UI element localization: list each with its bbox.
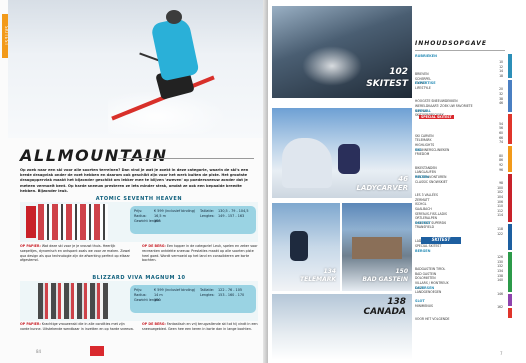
ski2-spec-values: € 599 (inclusief binding) 14 m 160 bbox=[154, 288, 196, 302]
photo-telemark: 134 TELEMARK bbox=[272, 203, 340, 291]
toc-item-page: 80 bbox=[499, 153, 503, 158]
photo-label-skitest: SKITEST bbox=[366, 79, 408, 89]
photo-page-102: 102 bbox=[389, 67, 408, 77]
ski1-spec-labels-2: Taillatie: Lengtes: bbox=[200, 209, 215, 218]
toc-section-heading: RUBRIEKEN bbox=[415, 54, 437, 58]
skier bbox=[290, 231, 308, 261]
toc-item-page: 10 bbox=[499, 60, 503, 64]
photo-label-telemark: TELEMARK bbox=[300, 276, 336, 283]
toc-item-page: 132 bbox=[497, 264, 503, 269]
ski1-panel: Prijs: Radius: Gewicht lengte: € 599 (incl… bbox=[20, 202, 258, 242]
toc-item-page: 104 bbox=[497, 195, 503, 199]
photo-page-150: 150 bbox=[395, 268, 408, 275]
toc-item-page: 14 bbox=[499, 69, 503, 74]
special-badge: SPECIAL SKITEST bbox=[419, 114, 454, 119]
photo-label-bad-gastein: BAD GASTEIN bbox=[362, 276, 408, 283]
snow-spray bbox=[302, 46, 362, 86]
toc-item-page: 134 bbox=[497, 269, 503, 273]
ski2-spec-box: Prijs: Radius: Gewicht lengte: € 599 (incl… bbox=[130, 285, 256, 313]
toc-item-page: 112 bbox=[497, 208, 503, 213]
toc-item-page: 118 bbox=[497, 227, 503, 231]
toc-section-heading: REIZEN bbox=[415, 175, 429, 180]
toc-item-page: 38 bbox=[499, 96, 503, 101]
toc-item-page: 138 bbox=[497, 273, 503, 278]
toc-item-page: 102 bbox=[497, 190, 503, 195]
toc-section-heading: BERGEN bbox=[415, 249, 431, 254]
ski1-spec-values-2: 130,5 - 79 - 104,5 149 - 157 - 163 bbox=[218, 209, 249, 218]
toc-item-page: 56 bbox=[499, 126, 503, 131]
ski1-review-mountain: OP DE BERG: Een topper in de categorie! … bbox=[142, 244, 258, 263]
toc-section-heading: SKITEST bbox=[415, 221, 431, 225]
toc-item-page: 92 bbox=[499, 163, 503, 167]
ski1-review-paper: OP PAPIER: Wat deze ski voor je je vrouw… bbox=[20, 244, 131, 263]
toc-item-page: 140 bbox=[497, 278, 503, 283]
skier-jacket bbox=[150, 16, 200, 82]
toc-item-page: 86 bbox=[499, 158, 503, 163]
skier-helmet bbox=[166, 10, 182, 24]
toc-title: INHOUDSOPGAVE bbox=[415, 40, 487, 47]
toc-item-page: 18 bbox=[499, 73, 503, 78]
toc-item-page: 54 bbox=[499, 121, 503, 126]
toc-item-page: 46 bbox=[499, 101, 503, 106]
skier bbox=[338, 144, 360, 174]
ski2-spec-labels-2: Taillatie: Lengtes: bbox=[200, 288, 215, 297]
toc-item-page: 12 bbox=[499, 64, 503, 69]
photo-page-134: 134 bbox=[323, 268, 336, 275]
toc-item-page: 126 bbox=[497, 255, 503, 260]
title-divider bbox=[118, 158, 254, 159]
toc-section-heading: SLOT bbox=[415, 299, 425, 304]
photo-label-ladycarver: LADYCARVER bbox=[356, 184, 409, 192]
toc-list: RUBRIEKEN BRIEVEN 10 SCHERPEL 12 LIVING 14 LIFE… bbox=[415, 54, 505, 350]
toc-divider bbox=[415, 50, 505, 51]
toc-item-page: 66 bbox=[499, 135, 503, 140]
ski2-review-mountain: OP DE BERG: Fantastisch en vrij terugval… bbox=[142, 322, 258, 331]
ski1-spec-values: € 599 (inclusief binding) 16,5 m 163 bbox=[154, 209, 196, 223]
toc-color-bars bbox=[508, 54, 512, 318]
photo-page-138: 138 bbox=[387, 297, 406, 307]
toc-item-page: 106 bbox=[497, 199, 503, 204]
toc-item-page: 162 bbox=[497, 305, 503, 310]
toc-item-page: 130 bbox=[497, 259, 503, 264]
toc-item-page: 146 bbox=[497, 291, 503, 296]
toc-section-heading: DIVERSEN bbox=[415, 285, 435, 290]
toc-item-label: VOOR HET VOLGENDE bbox=[415, 317, 450, 322]
toc-item-page: 122 bbox=[497, 231, 503, 236]
skitest-badge: SKITEST bbox=[421, 237, 461, 245]
hero-photo bbox=[8, 0, 263, 138]
toc-item-page: 60 bbox=[499, 131, 503, 135]
photo-skitest: 102 SKITEST bbox=[272, 6, 412, 98]
photo-bad-gastein: 150 BAD GASTEIN bbox=[342, 203, 412, 291]
ski1-spec-box: Prijs: Radius: Gewicht lengte: € 599 (incl… bbox=[130, 206, 256, 234]
toc-item-page: 114 bbox=[497, 213, 503, 218]
toc-section-heading: SPECIAL bbox=[415, 108, 431, 113]
photo-page-46: 46 bbox=[398, 175, 408, 183]
left-page-number: 84 bbox=[36, 349, 42, 354]
photo-canada: 138 CANADA bbox=[272, 294, 412, 360]
photo-ladycarver: 46 LADYCARVER bbox=[272, 108, 412, 198]
toc-item-page: 100 bbox=[497, 185, 503, 190]
toc-item-page: 20 bbox=[499, 87, 503, 92]
article-title: ALLMOUNTAIN bbox=[20, 146, 168, 165]
article-intro: Op zoek naar een ski voor alle soorten t… bbox=[20, 168, 249, 193]
ski2-spec-values-2: 122 - 76 - 105 153 - 160 - 170 bbox=[218, 288, 245, 297]
ski2-panel: Prijs: Radius: Gewicht lengte: € 599 (incl… bbox=[20, 281, 258, 321]
ski1-tip bbox=[26, 206, 36, 238]
right-page-number: 7 bbox=[500, 351, 503, 356]
toc-item-page: 98 bbox=[499, 181, 503, 186]
toc-item-page: 96 bbox=[499, 167, 503, 172]
toc-item-label: SPECIAL SKITEST bbox=[415, 243, 442, 248]
toc-section-heading: SKI bbox=[415, 147, 422, 152]
toc-item-page: 110 bbox=[497, 204, 503, 209]
building bbox=[352, 237, 402, 259]
toc-item[interactable]: VOOR HET VOLGENDE 162 bbox=[415, 305, 503, 324]
magazine-logo bbox=[90, 346, 104, 356]
toc-item-page: 74 bbox=[499, 140, 503, 145]
ski1-skis bbox=[38, 204, 108, 240]
snowy-tree bbox=[282, 138, 332, 188]
ski2-review-paper: OP PAPIER: Krachtige vrouwenski die in a… bbox=[20, 322, 134, 331]
toc-item-page: 32 bbox=[499, 92, 503, 96]
toc-section-heading: EXPERTISE bbox=[415, 81, 436, 86]
photo-label-canada: CANADA bbox=[363, 307, 406, 317]
ski2-skis bbox=[38, 283, 108, 319]
